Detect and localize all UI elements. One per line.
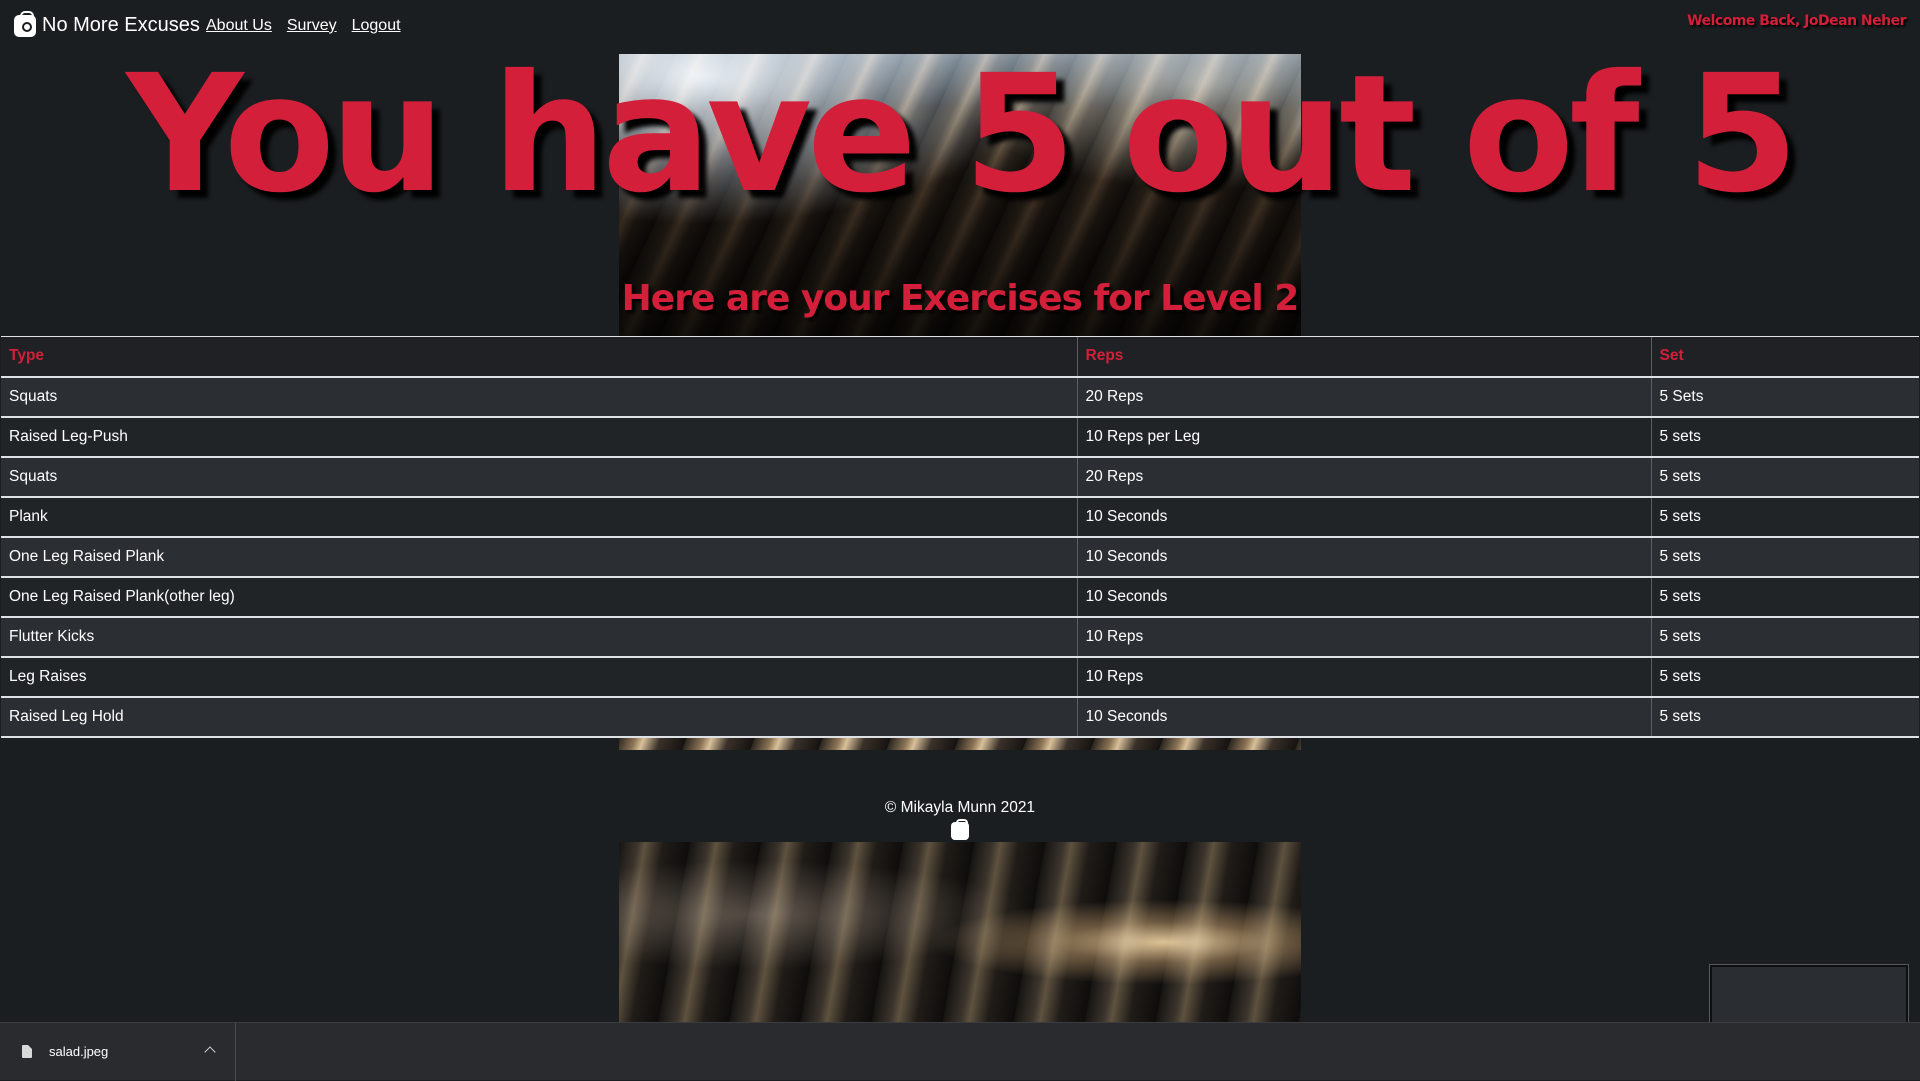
exercise-sets: 5 sets (1650, 455, 1919, 497)
nav-link-logout[interactable]: Logout (352, 17, 401, 35)
exercise-type: Squats (1, 455, 1077, 497)
exercise-reps: 10 Seconds (1076, 535, 1651, 577)
exercise-type: Squats (1, 375, 1077, 417)
table-row: One Leg Raised Plank(other leg) 10 Secon… (1, 575, 1919, 617)
footer-background-image (619, 842, 1301, 1024)
exercise-sets: 5 sets (1650, 415, 1919, 457)
exercise-reps: 10 Seconds (1076, 495, 1651, 537)
table-row: Leg Raises 10 Reps 5 sets (1, 655, 1919, 697)
exercise-sets: 5 sets (1650, 615, 1919, 657)
table-header-row: Type Reps Set (1, 336, 1919, 377)
exercise-reps: 20 Reps (1076, 455, 1651, 497)
exercise-type: Raised Leg Hold (1, 695, 1077, 738)
exercise-type: Plank (1, 495, 1077, 537)
brand-name: No More Excuses (42, 14, 200, 36)
table-row: Raised Leg-Push 10 Reps per Leg 5 sets (1, 415, 1919, 457)
welcome-message: Welcome Back, JoDean Neher (1687, 13, 1906, 29)
exercise-reps: 10 Seconds (1076, 575, 1651, 617)
nav-link-survey[interactable]: Survey (287, 17, 337, 35)
column-header-set: Set (1650, 336, 1919, 377)
exercise-type: One Leg Raised Plank (1, 535, 1077, 577)
download-file-name: salad.jpeg (49, 1044, 109, 1059)
shopping-bag-icon (14, 10, 36, 37)
shopping-bag-icon (951, 819, 969, 840)
exercise-reps: 10 Reps per Leg (1076, 415, 1651, 457)
nav-link-about-us[interactable]: About Us (206, 17, 272, 35)
table-row: Flutter Kicks 10 Reps 5 sets (1, 615, 1919, 657)
exercise-type: Raised Leg-Push (1, 415, 1077, 457)
column-header-type: Type (1, 336, 1077, 377)
exercise-sets: 5 sets (1650, 655, 1919, 697)
table-row: One Leg Raised Plank 10 Seconds 5 sets (1, 535, 1919, 577)
exercise-type: Flutter Kicks (1, 615, 1077, 657)
column-header-reps: Reps (1076, 336, 1651, 377)
chevron-up-icon[interactable] (204, 1046, 216, 1058)
background-image-strip (619, 736, 1301, 750)
exercise-sets: 5 Sets (1650, 375, 1919, 417)
exercise-reps: 10 Seconds (1076, 695, 1651, 738)
exercise-sets: 5 sets (1650, 575, 1919, 617)
exercise-sets: 5 sets (1650, 535, 1919, 577)
file-icon (22, 1045, 32, 1058)
table-row: Plank 10 Seconds 5 sets (1, 495, 1919, 537)
footer-copyright: © Mikayla Munn 2021 (884, 799, 1036, 816)
progress-heading: You have 5 out of 5 (126, 41, 1798, 229)
exercise-sets: 5 sets (1650, 695, 1919, 738)
table-row: Squats 20 Reps 5 Sets (1, 375, 1919, 417)
exercise-sets: 5 sets (1650, 495, 1919, 537)
nav-links: About Us Survey Logout (206, 17, 401, 35)
table-row: Raised Leg Hold 10 Seconds 5 sets (1, 695, 1919, 738)
download-item[interactable]: salad.jpeg (0, 1023, 236, 1081)
exercise-reps: 10 Reps (1076, 655, 1651, 697)
exercise-reps: 20 Reps (1076, 375, 1651, 417)
exercise-type: One Leg Raised Plank(other leg) (1, 575, 1077, 617)
exercise-table: Type Reps Set Squats 20 Reps 5 Sets Rais… (1, 336, 1919, 738)
table-row: Squats 20 Reps 5 sets (1, 455, 1919, 497)
exercise-reps: 10 Reps (1076, 615, 1651, 657)
exercise-type: Leg Raises (1, 655, 1077, 697)
level-subheading: Here are your Exercises for Level 2 (621, 278, 1300, 319)
brand-link[interactable]: No More Excuses (14, 10, 200, 37)
download-bar: salad.jpeg (0, 1022, 1920, 1081)
